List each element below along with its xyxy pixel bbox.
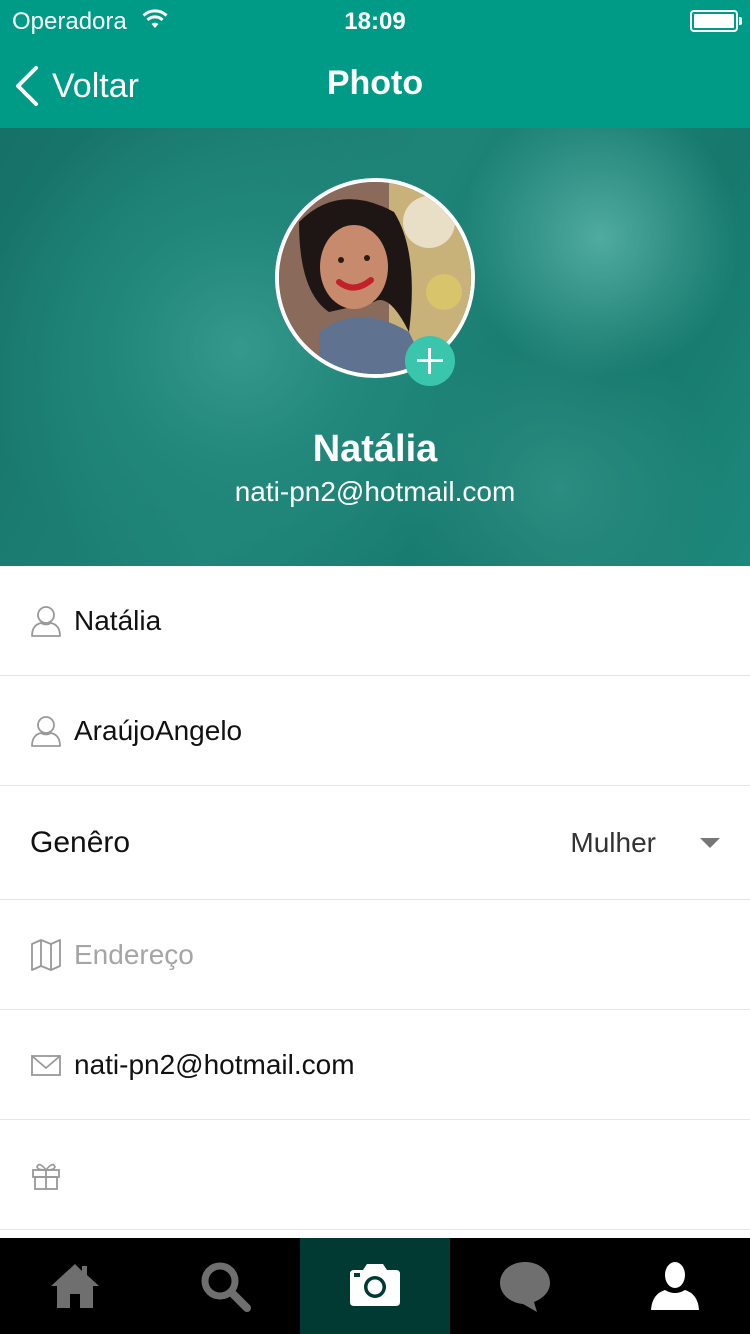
add-photo-button[interactable] — [405, 336, 455, 386]
tab-search[interactable] — [150, 1238, 300, 1334]
gift-icon — [32, 1163, 60, 1190]
top-bar: Operadora 18:09 Voltar Photo — [0, 0, 750, 128]
profile-form: Natália AraújoAngelo Genêro Mulher Ender… — [0, 566, 750, 1230]
address-placeholder: Endereço — [74, 938, 194, 970]
tab-chat[interactable] — [450, 1238, 600, 1334]
chat-icon — [500, 1262, 550, 1312]
tab-profile[interactable] — [600, 1238, 750, 1334]
gender-label: Genêro — [30, 825, 131, 859]
profile-header: Natália nati-pn2@hotmail.com — [0, 128, 750, 566]
map-icon — [31, 938, 61, 971]
profile-name: Natália — [312, 428, 438, 470]
email-field[interactable]: nati-pn2@hotmail.com — [0, 1010, 750, 1120]
tab-camera[interactable] — [300, 1238, 450, 1334]
battery-icon — [690, 10, 742, 32]
user-icon — [31, 605, 61, 637]
email-value: nati-pn2@hotmail.com — [74, 1048, 355, 1080]
profile-icon — [651, 1262, 699, 1310]
avatar-container — [275, 178, 475, 386]
status-bar: Operadora 18:09 — [0, 0, 750, 40]
gender-select[interactable]: Genêro Mulher — [0, 786, 750, 900]
chevron-down-icon — [700, 837, 720, 848]
camera-icon — [350, 1264, 400, 1306]
tab-home[interactable] — [0, 1238, 150, 1334]
first-name-field[interactable]: Natália — [0, 566, 750, 676]
tab-bar — [0, 1238, 750, 1334]
home-icon — [51, 1264, 99, 1308]
gender-value: Mulher — [570, 826, 656, 858]
birthday-field[interactable] — [0, 1120, 750, 1230]
search-icon — [201, 1262, 251, 1312]
profile-email: nati-pn2@hotmail.com — [234, 476, 516, 507]
last-name-value: AraújoAngelo — [74, 714, 243, 746]
last-name-field[interactable]: AraújoAngelo — [0, 676, 750, 786]
clock: 18:09 — [344, 8, 406, 35]
first-name-value: Natália — [74, 604, 162, 636]
user-icon — [31, 715, 61, 747]
envelope-icon — [31, 1054, 61, 1076]
address-field[interactable]: Endereço — [0, 900, 750, 1010]
page-title: Photo — [326, 64, 424, 102]
